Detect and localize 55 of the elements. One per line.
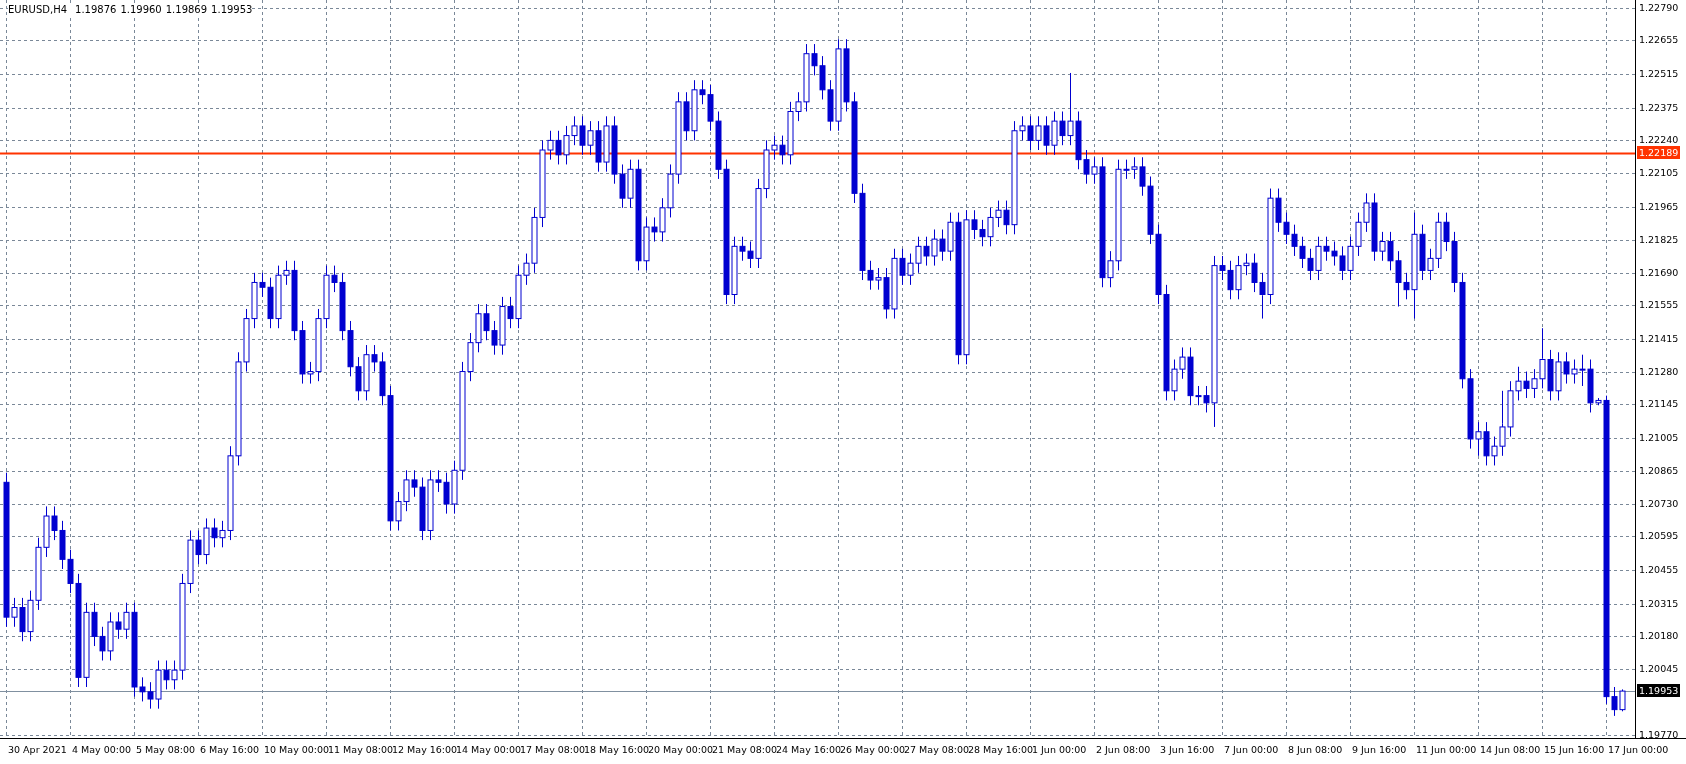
price-tick-label: 1.21005 [1639,430,1679,444]
time-tick-label: 8 Jun 08:00 [1288,744,1343,755]
price-tick-label: 1.20455 [1639,563,1679,577]
time-tick-label: 14 Jun 08:00 [1480,744,1541,755]
time-tick-label: 20 May 00:00 [648,744,714,755]
price-label: 1.19953 [1637,684,1681,698]
quote-value: 1.19953 [211,4,253,15]
time-tick-label: 9 Jun 16:00 [1352,744,1407,755]
time-tick-label: 14 May 00:00 [456,744,522,755]
price-tick-label: 1.22105 [1639,165,1679,179]
time-tick-label: 18 May 16:00 [584,744,650,755]
time-tick-label: 10 May 00:00 [264,744,330,755]
time-tick-label: 1 Jun 00:00 [1032,744,1087,755]
time-tick-label: 26 May 00:00 [840,744,906,755]
time-tick-label: 4 May 00:00 [72,744,132,755]
price-tick-label: 1.21965 [1639,199,1679,213]
quote-value: 1.19869 [165,4,208,15]
price-tick-label: 1.21690 [1639,265,1679,279]
price-label: 1.22189 [1637,145,1681,159]
price-tick-label: 1.20180 [1639,629,1679,643]
price-tick-label: 1.21555 [1639,298,1679,312]
time-tick-label: 7 Jun 00:00 [1224,744,1279,755]
time-tick-label: 5 May 08:00 [136,744,196,755]
time-tick-label: 3 Jun 16:00 [1160,744,1215,755]
price-tick-label: 1.20865 [1639,464,1679,478]
time-tick-label: 15 Jun 16:00 [1544,744,1605,755]
symbol-label: EURUSD,H4 [8,4,67,15]
time-tick-label: 17 May 08:00 [520,744,586,755]
price-tick-label: 1.20730 [1639,496,1679,510]
time-tick-label: 11 Jun 00:00 [1416,744,1477,755]
time-tick-label: 30 Apr 2021 [8,744,67,755]
price-tick-label: 1.22790 [1639,0,1679,14]
time-tick-label: 27 May 08:00 [904,744,970,755]
time-tick-label: 11 May 08:00 [328,744,394,755]
quote-value: 1.19876 [75,4,117,15]
time-tick-label: 24 May 16:00 [776,744,842,755]
time-tick-label: 17 Jun 00:00 [1608,744,1669,755]
price-tick-label: 1.21825 [1639,233,1679,247]
price-tick-label: 1.21280 [1639,364,1679,378]
time-tick-label: 28 May 16:00 [968,744,1034,755]
time-tick-label: 6 May 16:00 [200,744,260,755]
price-tick-label: 1.22515 [1639,67,1679,81]
time-tick-label: 12 May 16:00 [392,744,458,755]
price-tick-label: 1.21415 [1639,332,1679,346]
price-tick-label: 1.20045 [1639,661,1679,675]
time-tick-label: 21 May 08:00 [712,744,778,755]
price-tick-label: 1.20595 [1639,529,1679,543]
time-tick-label: 2 Jun 08:00 [1096,744,1151,755]
price-tick-label: 1.22655 [1639,33,1679,47]
price-tick-label: 1.22240 [1639,133,1679,147]
price-tick-label: 1.21145 [1639,397,1679,411]
price-tick-label: 1.22375 [1639,100,1679,114]
price-tick-label: 1.19770 [1639,728,1679,742]
price-tick-label: 1.20315 [1639,596,1679,610]
quote-value: 1.19960 [120,4,162,15]
